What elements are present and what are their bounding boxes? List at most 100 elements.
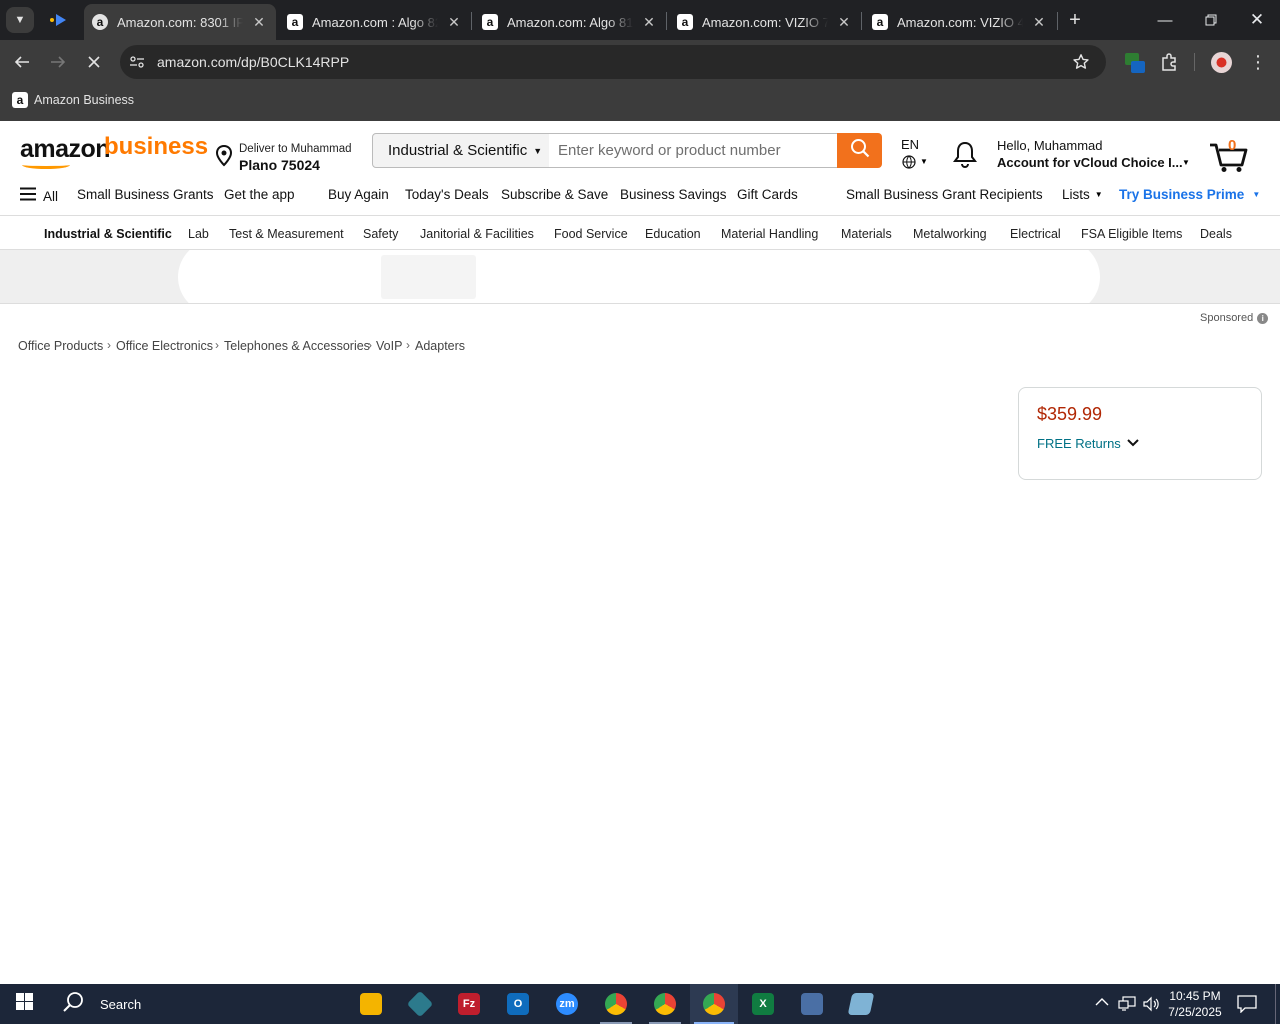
outlook-icon[interactable]: O xyxy=(502,988,534,1020)
category-metalworking[interactable]: Metalworking xyxy=(913,227,987,241)
category-deals[interactable]: Deals xyxy=(1200,227,1232,241)
profile-avatar[interactable] xyxy=(1211,52,1232,73)
tab-search-chevron-down-icon[interactable]: ▼ xyxy=(6,7,34,33)
filezilla-icon[interactable]: Fz xyxy=(453,988,485,1020)
tab-0[interactable]: a Amazon.com: 8301 IP Paging Adapter ✕ xyxy=(84,4,276,40)
category-food-service[interactable]: Food Service xyxy=(554,227,628,241)
calculator-icon[interactable] xyxy=(796,988,828,1020)
category-education[interactable]: Education xyxy=(645,227,701,241)
notepad-icon[interactable] xyxy=(845,988,877,1020)
restore-window-icon[interactable] xyxy=(1188,0,1234,40)
show-hidden-icons-chevron-up-icon[interactable] xyxy=(1095,996,1109,1010)
bookmark-star-icon[interactable] xyxy=(1072,53,1090,71)
category-material-handling[interactable]: Material Handling xyxy=(721,227,818,241)
chrome-menu-icon[interactable]: ⋮ xyxy=(1248,52,1268,72)
search-icon xyxy=(850,138,870,163)
close-icon[interactable]: ✕ xyxy=(641,14,657,31)
notification-center-icon[interactable] xyxy=(1237,995,1257,1018)
nav-subscribe-save[interactable]: Subscribe & Save xyxy=(501,187,608,202)
account-menu[interactable]: Hello, Muhammad Account for vCloud Choic… xyxy=(997,137,1197,173)
sponsored-banner[interactable] xyxy=(0,250,1280,304)
nav-grant-recipients[interactable]: Small Business Grant Recipients xyxy=(846,187,1043,202)
file-explorer-icon[interactable] xyxy=(355,988,387,1020)
back-arrow-icon[interactable] xyxy=(8,48,36,76)
breadcrumb-office-products[interactable]: Office Products xyxy=(18,339,103,353)
chrome-icon[interactable] xyxy=(600,988,632,1020)
stop-loading-icon[interactable] xyxy=(80,48,108,76)
minimize-icon[interactable]: — xyxy=(1142,0,1188,40)
search-button[interactable] xyxy=(837,133,882,168)
tab-3[interactable]: a Amazon.com: VIZIO 75-inch ✕ xyxy=(669,4,861,40)
deliver-line2: Plano 75024 xyxy=(239,157,320,173)
category-electrical[interactable]: Electrical xyxy=(1010,227,1061,241)
close-window-icon[interactable]: ✕ xyxy=(1234,0,1280,40)
buy-box: $359.99 FREE Returns xyxy=(1018,387,1262,480)
deliver-to-location[interactable]: Deliver to Muhammad Plano 75024 xyxy=(213,143,353,177)
category-lab[interactable]: Lab xyxy=(188,227,209,241)
tab-title: Amazon.com: 8301 IP Paging Adapter xyxy=(117,14,243,30)
tab-4[interactable]: a Amazon.com: VIZIO 40-inch ✕ xyxy=(864,4,1056,40)
tab-1[interactable]: a Amazon.com : Algo 8201 SIP PoE Interco… xyxy=(279,4,471,40)
sponsored-text: Sponsored xyxy=(1200,312,1254,324)
free-returns-link[interactable]: FREE Returns xyxy=(1037,434,1139,452)
category-materials[interactable]: Materials xyxy=(841,227,892,241)
taskbar-clock[interactable]: 10:45 PM 7/25/2025 xyxy=(1166,988,1224,1020)
nav-business-savings[interactable]: Business Savings xyxy=(620,187,727,202)
vpn-extension-icon[interactable] xyxy=(1124,52,1146,74)
category-test-measurement[interactable]: Test & Measurement xyxy=(229,227,344,241)
excel-icon[interactable]: X xyxy=(747,988,779,1020)
chrome-profile-3-icon[interactable] xyxy=(698,988,730,1020)
breadcrumb-telephones-accessories[interactable]: Telephones & Accessories xyxy=(224,339,370,353)
breadcrumb-voip[interactable]: VoIP xyxy=(376,339,402,353)
banner-image-placeholder xyxy=(381,255,476,299)
tab-2[interactable]: a Amazon.com: Algo 8180 SIP Audio Alerte… xyxy=(474,4,666,40)
category-safety[interactable]: Safety xyxy=(363,227,398,241)
amazon-favicon-icon: a xyxy=(12,92,28,108)
close-icon[interactable]: ✕ xyxy=(446,14,462,31)
chrome-profile-2-icon[interactable] xyxy=(649,988,681,1020)
close-icon[interactable]: ✕ xyxy=(836,14,852,31)
nav-try-business-prime[interactable]: Try Business Prime ▼ xyxy=(1119,187,1260,202)
media-play-icon[interactable] xyxy=(48,12,68,28)
show-desktop-divider[interactable] xyxy=(1275,984,1276,1024)
banner-placeholder xyxy=(178,250,1100,303)
cart-button[interactable]: 0 xyxy=(1208,137,1252,173)
site-info-icon[interactable] xyxy=(129,54,145,70)
category-fsa-eligible[interactable]: FSA Eligible Items xyxy=(1081,227,1182,241)
category-janitorial-facilities[interactable]: Janitorial & Facilities xyxy=(420,227,534,241)
address-bar[interactable]: amazon.com/dp/B0CLK14RPP xyxy=(120,45,1106,79)
tab-divider xyxy=(666,12,667,30)
search-input[interactable] xyxy=(549,133,838,168)
url-text[interactable]: amazon.com/dp/B0CLK14RPP xyxy=(157,54,349,70)
all-menu-button[interactable]: All xyxy=(20,187,58,206)
language-selector[interactable]: EN ▼ xyxy=(901,137,933,171)
caret-down-icon: ▼ xyxy=(920,157,928,166)
zoom-icon[interactable]: zm xyxy=(551,988,583,1020)
new-tab-plus-icon[interactable]: + xyxy=(1062,7,1088,33)
forward-arrow-icon[interactable] xyxy=(44,48,72,76)
category-industrial-scientific[interactable]: Industrial & Scientific xyxy=(44,227,172,241)
extensions-puzzle-icon[interactable] xyxy=(1159,52,1179,72)
bookmark-item-amazon-business[interactable]: a Amazon Business xyxy=(12,92,134,108)
breadcrumb-office-electronics[interactable]: Office Electronics xyxy=(116,339,213,353)
close-icon[interactable]: ✕ xyxy=(251,14,267,31)
nav-gift-cards[interactable]: Gift Cards xyxy=(737,187,798,202)
sponsored-label[interactable]: Sponsored i xyxy=(1200,312,1269,324)
search-category-select[interactable]: Industrial & Scientific ▼ xyxy=(372,133,550,168)
app-diamond-icon[interactable] xyxy=(404,988,436,1020)
start-button[interactable] xyxy=(0,984,48,1024)
tab-divider xyxy=(471,12,472,30)
close-icon[interactable]: ✕ xyxy=(1031,14,1047,31)
nav-lists[interactable]: Lists ▼ xyxy=(1062,187,1103,202)
breadcrumb-adapters[interactable]: Adapters xyxy=(415,339,465,353)
bookmarks-bar: a Amazon Business xyxy=(0,84,1280,121)
nav-get-the-app[interactable]: Get the app xyxy=(224,187,295,202)
nav-todays-deals[interactable]: Today's Deals xyxy=(405,187,489,202)
nav-small-business-grants[interactable]: Small Business Grants xyxy=(77,187,214,202)
nav-buy-again[interactable]: Buy Again xyxy=(328,187,389,202)
notifications-bell-icon[interactable] xyxy=(952,140,978,170)
clock-date: 7/25/2025 xyxy=(1168,1005,1222,1019)
taskbar-search[interactable]: Search xyxy=(48,984,348,1024)
network-icon[interactable] xyxy=(1118,996,1136,1017)
volume-speaker-icon[interactable] xyxy=(1142,995,1160,1018)
